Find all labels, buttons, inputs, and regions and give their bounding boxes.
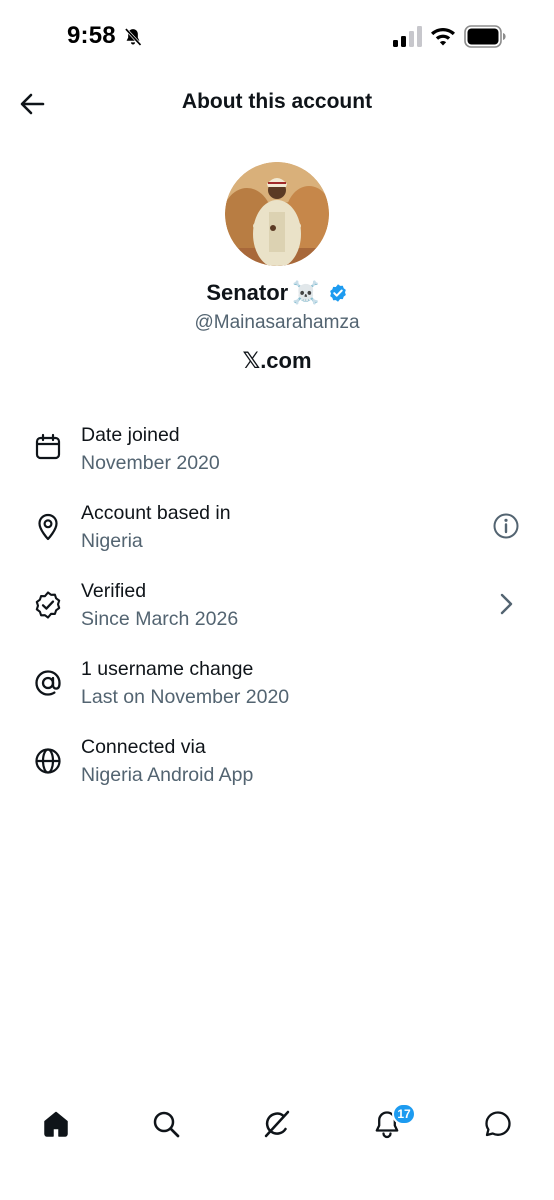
info-item-username-change: 1 username change Last on November 2020 bbox=[0, 654, 554, 724]
info-subtitle: Last on November 2020 bbox=[81, 686, 290, 708]
nav-messages[interactable] bbox=[478, 1104, 518, 1144]
info-item-connected-via: Connected via Nigeria Android App bbox=[0, 732, 554, 802]
status-bar: 9:58 bbox=[0, 0, 554, 76]
location-pin-icon bbox=[38, 513, 58, 541]
info-title: Date joined bbox=[81, 424, 180, 446]
display-name: Senator bbox=[206, 280, 289, 305]
info-item-account-based-in: Account based in Nigeria bbox=[0, 498, 554, 568]
verified-badge-icon bbox=[329, 284, 346, 302]
info-title: Verified bbox=[81, 580, 147, 602]
status-time: 9:58 bbox=[67, 22, 116, 49]
info-title: Connected via bbox=[81, 736, 206, 758]
info-icon[interactable] bbox=[492, 512, 520, 540]
info-item-verified[interactable]: Verified Since March 2026 bbox=[0, 576, 554, 646]
user-handle: @Mainasarahamza bbox=[194, 312, 360, 333]
nav-grok[interactable] bbox=[257, 1104, 297, 1144]
battery-icon bbox=[464, 25, 506, 48]
profile-photo bbox=[225, 162, 329, 266]
skull-emoji: ☠️ bbox=[292, 280, 320, 306]
info-subtitle: Nigeria Android App bbox=[81, 764, 254, 786]
verified-outline-icon bbox=[35, 591, 61, 619]
nav-search[interactable] bbox=[146, 1104, 186, 1144]
home-icon bbox=[44, 1111, 68, 1137]
source-domain: .com bbox=[260, 348, 312, 373]
at-sign-icon bbox=[35, 670, 61, 696]
search-icon bbox=[153, 1111, 180, 1138]
grok-icon bbox=[264, 1110, 290, 1138]
source-site: 𝕏 .com bbox=[0, 348, 554, 374]
globe-icon bbox=[35, 748, 61, 774]
info-title: 1 username change bbox=[81, 658, 254, 680]
cellular-signal-icon bbox=[393, 26, 422, 47]
x-logo-icon: 𝕏 bbox=[242, 348, 261, 374]
bell-off-icon bbox=[124, 28, 142, 46]
info-subtitle: November 2020 bbox=[81, 452, 220, 474]
info-item-date-joined: Date joined November 2020 bbox=[0, 420, 554, 490]
messages-icon bbox=[485, 1111, 511, 1137]
wifi-icon bbox=[431, 28, 455, 46]
chevron-right-icon bbox=[500, 593, 513, 615]
page-title: About this account bbox=[181, 90, 373, 113]
info-title: Account based in bbox=[81, 502, 231, 524]
display-name-row: Senator ☠️ bbox=[0, 280, 554, 306]
nav-home[interactable] bbox=[36, 1104, 76, 1144]
notification-count-badge: 17 bbox=[392, 1103, 416, 1125]
avatar[interactable] bbox=[225, 162, 329, 266]
bottom-navigation bbox=[0, 1090, 554, 1160]
info-subtitle: Since March 2026 bbox=[81, 608, 239, 630]
calendar-icon bbox=[35, 433, 61, 460]
info-subtitle: Nigeria bbox=[81, 530, 143, 552]
